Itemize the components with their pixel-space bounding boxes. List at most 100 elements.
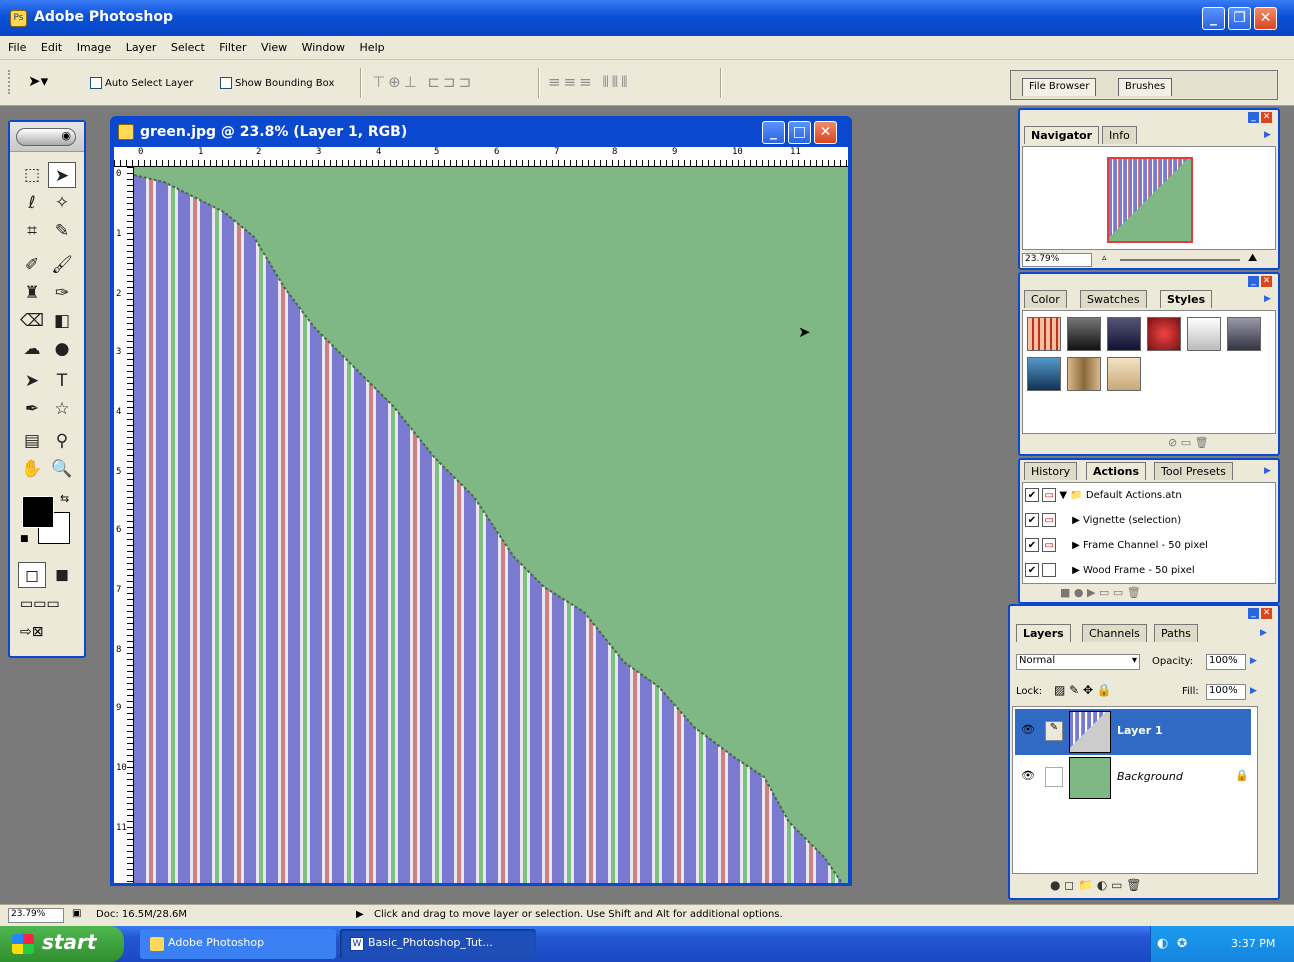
tab-channels[interactable]: Channels — [1082, 624, 1147, 642]
tab-actions[interactable]: Actions — [1086, 462, 1146, 480]
ruler-vertical[interactable]: 0 1 2 3 4 5 6 7 8 9 10 11 — [114, 167, 134, 883]
clock[interactable]: 3:37 PM — [1231, 937, 1275, 950]
pen-tool-icon[interactable]: ✒ — [18, 396, 46, 422]
actions-footer-icons[interactable]: ■ ● ▶ ▭ ▭ 🗑 — [1060, 586, 1141, 599]
eye-icon[interactable]: 👁 — [1021, 723, 1035, 736]
options-grip[interactable] — [8, 70, 12, 94]
status-zoom-field[interactable]: 23.79% — [8, 908, 64, 923]
menu-view[interactable]: View — [261, 41, 287, 54]
tab-tool-presets[interactable]: Tool Presets — [1154, 462, 1233, 480]
blend-mode-select[interactable]: Normal ▾ — [1016, 654, 1140, 670]
restore-button[interactable]: ❐ — [1228, 7, 1251, 30]
panel-minimize-icon[interactable]: _ — [1248, 112, 1259, 123]
distribute-icons[interactable]: ≡≡≡ ⫴⫴⫴ — [548, 73, 630, 91]
doc-close-button[interactable]: ✕ — [814, 121, 837, 144]
standard-mode-icon[interactable]: ◻ — [18, 562, 46, 588]
photoshop-app-icon[interactable]: Ps — [10, 10, 27, 27]
dialog-toggle-icon[interactable]: ▭ — [1042, 513, 1057, 527]
tray-app-icon[interactable]: ✪ — [1177, 936, 1187, 950]
document-icon[interactable] — [118, 124, 134, 140]
align-icons[interactable]: ⊤⊕⊥ ⊏⊐⊐ — [372, 73, 474, 91]
adobe-online-eye-icon[interactable]: ◉ — [16, 128, 76, 146]
style-swatch[interactable] — [1227, 317, 1261, 351]
path-selection-icon[interactable]: ➤ — [18, 368, 46, 394]
tab-navigator[interactable]: Navigator — [1024, 126, 1100, 144]
panel-menu-arrow-icon[interactable]: ▶ — [1264, 130, 1271, 140]
quick-mask-icon[interactable]: ◼ — [48, 562, 76, 588]
auto-select-checkbox[interactable] — [90, 77, 102, 89]
panel-menu-arrow-icon[interactable]: ▶ — [1260, 628, 1267, 638]
action-row[interactable]: ✔ ▭ ▶ Vignette (selection) — [1025, 508, 1181, 533]
tab-info[interactable]: Info — [1102, 126, 1137, 144]
show-bounding-checkbox[interactable] — [220, 77, 232, 89]
zoom-out-icon[interactable]: ▵ — [1102, 253, 1107, 263]
opacity-slider-arrow-icon[interactable]: ▶ — [1250, 656, 1257, 666]
style-swatch[interactable] — [1147, 317, 1181, 351]
app-title-bar[interactable]: Adobe Photoshop — [0, 0, 1294, 36]
layer-row-background[interactable]: 👁 Background 🔒 — [1015, 755, 1251, 801]
task-basic-photoshop-tut[interactable]: W Basic_Photoshop_Tut... — [340, 929, 536, 959]
action-checkbox[interactable]: ✔ — [1025, 563, 1039, 577]
style-swatch[interactable] — [1067, 357, 1101, 391]
marquee-tool-icon[interactable]: ⬚ — [18, 162, 46, 188]
crop-tool-icon[interactable]: ⌗ — [18, 218, 46, 244]
menu-layer[interactable]: Layer — [126, 41, 157, 54]
zoom-in-icon[interactable]: ⛰ — [1248, 251, 1257, 265]
panel-close-icon[interactable]: ✕ — [1261, 276, 1272, 287]
action-set-row[interactable]: ✔ ▭ ▼ 📁 Default Actions.atn — [1025, 483, 1182, 508]
style-swatch[interactable] — [1107, 357, 1141, 391]
menu-image[interactable]: Image — [77, 41, 111, 54]
style-swatch[interactable] — [1027, 357, 1061, 391]
ruler-horizontal[interactable]: 0 1 2 3 4 5 6 7 8 9 10 11 — [114, 147, 848, 167]
type-tool-icon[interactable]: T — [48, 368, 76, 394]
dialog-toggle-icon[interactable]: ▭ — [1042, 488, 1057, 502]
layer-name[interactable]: Layer 1 — [1117, 724, 1163, 737]
tab-layers[interactable]: Layers — [1016, 624, 1071, 642]
panel-minimize-icon[interactable]: _ — [1248, 276, 1259, 287]
tab-color[interactable]: Color — [1024, 290, 1067, 308]
tab-paths[interactable]: Paths — [1154, 624, 1198, 642]
foreground-color-swatch[interactable] — [22, 496, 54, 528]
menu-select[interactable]: Select — [171, 41, 205, 54]
brush-link-icon[interactable]: ✎ — [1045, 721, 1063, 741]
notes-tool-icon[interactable]: ▤ — [18, 428, 46, 454]
history-brush-icon[interactable]: ✑ — [48, 280, 76, 306]
magic-wand-icon[interactable]: ✧ — [48, 190, 76, 216]
shape-tool-icon[interactable]: ☆ — [48, 396, 76, 422]
style-swatch[interactable] — [1187, 317, 1221, 351]
tab-history[interactable]: History — [1024, 462, 1078, 480]
document-canvas[interactable]: ➤ — [134, 167, 848, 883]
layer-row-layer-1[interactable]: 👁 ✎ Layer 1 — [1015, 709, 1251, 755]
style-swatch[interactable] — [1067, 317, 1101, 351]
opacity-field[interactable]: 100% — [1206, 654, 1246, 670]
navigator-preview[interactable] — [1022, 146, 1276, 250]
task-adobe-photoshop[interactable]: Adobe Photoshop — [140, 929, 336, 959]
fill-slider-arrow-icon[interactable]: ▶ — [1250, 686, 1257, 696]
blur-tool-icon[interactable]: ☁ — [18, 336, 46, 362]
style-swatch[interactable] — [1027, 317, 1061, 351]
link-slot[interactable] — [1045, 767, 1063, 787]
dialog-toggle-icon[interactable] — [1042, 563, 1057, 577]
default-colors-icon[interactable]: ■ — [20, 534, 29, 544]
zoom-slider[interactable] — [1120, 259, 1240, 261]
action-checkbox[interactable]: ✔ — [1025, 513, 1039, 527]
panel-close-icon[interactable]: ✕ — [1261, 608, 1272, 619]
zoom-tool-icon[interactable]: 🔍 — [48, 456, 76, 482]
slice-tool-icon[interactable]: ✎ — [48, 218, 76, 244]
clone-stamp-icon[interactable]: ♜ — [18, 280, 46, 306]
status-info-icon[interactable]: ▣ — [72, 908, 81, 919]
action-checkbox[interactable]: ✔ — [1025, 538, 1039, 552]
panel-menu-arrow-icon[interactable]: ▶ — [1264, 294, 1271, 304]
imageready-icon[interactable]: ⇨⊠ — [20, 624, 43, 640]
layers-footer-icons[interactable]: ● ◻ 📁 ◐ ▭ 🗑 — [1050, 878, 1142, 892]
eye-icon[interactable]: 👁 — [1021, 769, 1035, 782]
hand-tool-icon[interactable]: ✋ — [18, 456, 46, 482]
fill-field[interactable]: 100% — [1206, 684, 1246, 700]
move-tool-preset-icon[interactable]: ➤▾ — [28, 72, 48, 90]
panel-close-icon[interactable]: ✕ — [1261, 112, 1272, 123]
eyedropper-icon[interactable]: ⚲ — [48, 428, 76, 454]
tab-styles[interactable]: Styles — [1160, 290, 1213, 308]
eraser-tool-icon[interactable]: ⌫ — [18, 308, 46, 334]
brush-tool-icon[interactable]: 🖌 — [48, 252, 76, 278]
menu-help[interactable]: Help — [360, 41, 385, 54]
